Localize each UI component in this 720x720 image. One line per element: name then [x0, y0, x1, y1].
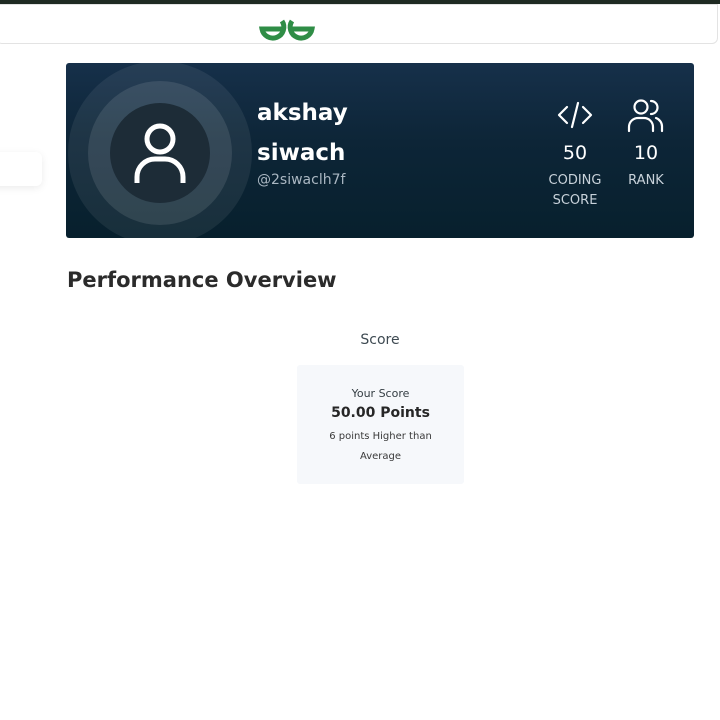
score-card: Your Score 50.00 Points 6 points Higher … — [297, 365, 464, 484]
geeksforgeeks-logo-icon[interactable] — [255, 12, 319, 46]
performance-overview-heading: Performance Overview — [67, 268, 337, 292]
coding-score-label: CODING SCORE — [548, 173, 602, 208]
coding-score-value: 50 — [562, 142, 588, 164]
coding-score-stat: 50 CODING SCORE — [538, 95, 612, 211]
user-handle: @2siwaclh7f — [257, 172, 346, 188]
side-panel-tab[interactable] — [0, 152, 42, 186]
profile-card: akshay siwach @2siwaclh7f 50 CODING SCOR… — [66, 63, 694, 238]
user-name: akshay siwach — [257, 100, 348, 166]
score-label: Score — [360, 332, 400, 348]
your-score-label: Your Score — [351, 387, 410, 400]
page: akshay siwach @2siwaclh7f 50 CODING SCOR… — [0, 0, 720, 720]
score-comparison: 6 points Higher than Average — [329, 431, 432, 462]
users-icon — [616, 95, 676, 135]
code-icon — [538, 95, 612, 135]
avatar — [110, 103, 210, 203]
rank-stat: 10 RANK — [616, 95, 676, 191]
user-icon — [134, 123, 186, 183]
header-bar — [0, 4, 718, 44]
rank-value: 10 — [633, 142, 659, 164]
rank-label: RANK — [628, 173, 664, 188]
score-points: 50.00 Points — [331, 405, 430, 421]
